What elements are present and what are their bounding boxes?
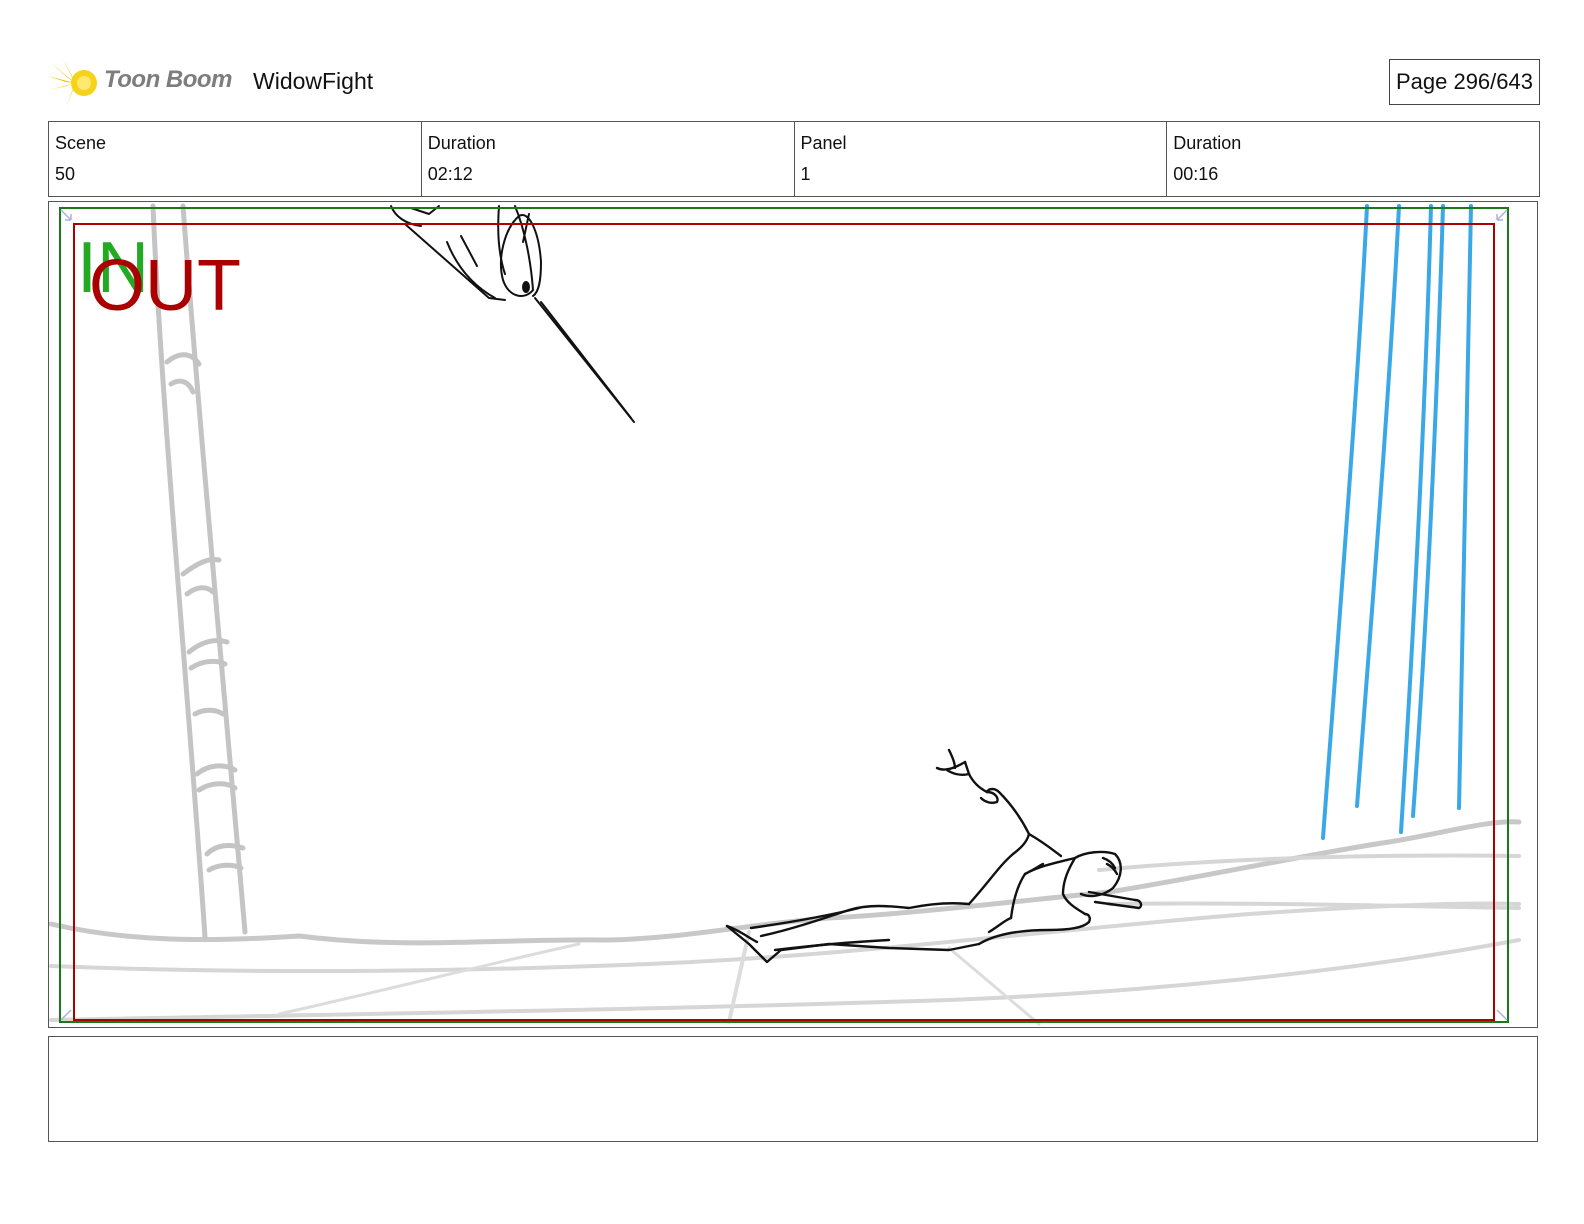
caption-box	[48, 1036, 1538, 1142]
scene-info-table: Scene 50 Duration 02:12 Panel 1 Duration…	[48, 121, 1540, 197]
panel-duration-label: Duration	[1173, 133, 1242, 153]
page-header: Toon Boom WidowFight Page 296/643	[48, 52, 1540, 112]
out-safe-frame	[73, 223, 1495, 1021]
panel-value: 1	[800, 164, 811, 184]
panel-cell: Panel 1	[795, 122, 1168, 196]
page-indicator: Page 296/643	[1388, 59, 1540, 105]
scene-label: Scene	[55, 133, 107, 153]
brand-name: Toon Boom	[104, 66, 232, 93]
panel-duration-cell: Duration 00:16	[1167, 122, 1539, 196]
out-marker: OUT	[89, 246, 241, 326]
scene-duration-cell: Duration 02:12	[422, 122, 795, 196]
falling-figure-eye	[522, 281, 530, 293]
project-title: WidowFight	[253, 68, 374, 94]
panel-drawing	[49, 203, 1522, 1026]
frame-corner-markers	[60, 209, 1508, 1021]
scene-cell: Scene 50	[49, 122, 422, 196]
falling-figure-sketch	[390, 205, 635, 423]
panel-label: Panel	[800, 133, 847, 153]
panel-duration-value: 00:16	[1173, 164, 1219, 184]
toon-boom-logo-icon	[48, 56, 102, 110]
scene-duration-label: Duration	[427, 133, 496, 153]
rain-streaks	[1321, 204, 1473, 840]
in-safe-frame	[59, 207, 1509, 1023]
scene-value: 50	[55, 164, 76, 184]
scene-duration-value: 02:12	[427, 164, 473, 184]
storyboard-panel: IN OUT	[48, 201, 1538, 1028]
